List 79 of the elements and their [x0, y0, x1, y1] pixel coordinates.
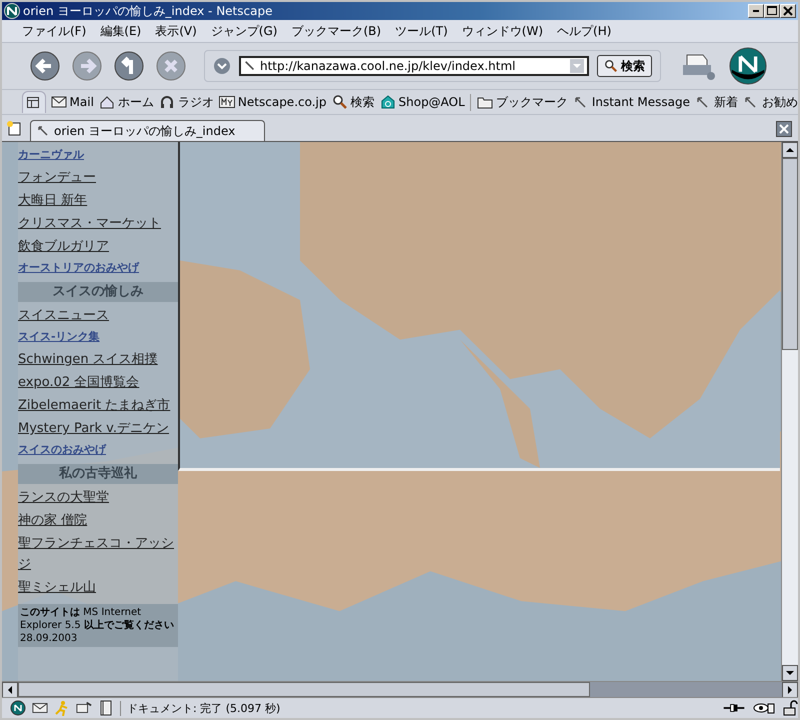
sidebar-link[interactable]: フォンデュー	[18, 167, 178, 188]
browser-notice: このサイトは MS Internet Explorer 5.5 以上でご覧ください	[20, 606, 175, 632]
category-link[interactable]: スイスのおみやげ	[18, 441, 178, 459]
folder-icon	[476, 95, 493, 109]
toolbar-bookmark[interactable]: Instant Message	[572, 95, 690, 109]
scroll-down-icon[interactable]	[782, 665, 798, 681]
scroll-up-icon[interactable]	[782, 142, 798, 158]
sidebar-link[interactable]: クリスマス・マーケット	[18, 213, 178, 234]
update-date: 28.09.2003	[20, 632, 78, 645]
stop-button[interactable]	[156, 51, 186, 81]
mail-icon[interactable]	[32, 700, 48, 716]
toolbar-bookmark[interactable]: 新着	[695, 94, 738, 110]
headphones-icon	[158, 95, 175, 109]
toolbar-bookmark[interactable]: お勧め	[743, 94, 798, 110]
sidebar-link[interactable]: Schwingen スイス相撲	[18, 349, 178, 370]
window-title: orien ヨーロッパの愉しみ_index - Netscape	[23, 2, 272, 20]
dropdown-icon[interactable]	[213, 57, 231, 75]
sidebar-link[interactable]: 大晦日 新年	[18, 190, 178, 211]
back-button[interactable]	[30, 51, 60, 81]
menu-item[interactable]: 表示(V)	[155, 22, 197, 40]
menu-item[interactable]: ウィンドウ(W)	[462, 22, 544, 40]
sidebar-toggle-button[interactable]	[22, 91, 46, 113]
toolbar-bookmark[interactable]: ラジオ	[158, 94, 214, 110]
close-icon	[783, 6, 793, 16]
browser-tab[interactable]: orien ヨーロッパの愉しみ_index	[30, 120, 265, 141]
envelope-icon	[50, 95, 67, 109]
search-icon	[332, 95, 348, 109]
category-link[interactable]: オーストリアのおみやげ	[18, 259, 178, 277]
url-field[interactable]: http://kanazawa.cool.ne.jp/klev/index.html	[239, 56, 589, 76]
minimize-icon	[753, 10, 759, 12]
toolbar-bookmark[interactable]: ホーム	[98, 94, 154, 110]
menu-item[interactable]: ツール(T)	[395, 22, 448, 40]
section-heading: 私の古寺巡礼	[18, 464, 178, 484]
maximize-icon	[767, 6, 777, 16]
sidebar-link[interactable]: expo.02 全国博覧会	[18, 372, 178, 393]
close-icon	[778, 123, 790, 135]
search-icon	[604, 59, 618, 73]
search-button[interactable]: 検索	[597, 55, 652, 77]
toolbar-bookmark[interactable]: Netscape.co.jp	[218, 95, 326, 109]
vertical-scrollbar[interactable]	[781, 142, 798, 681]
menu-item[interactable]: ジャンプ(G)	[210, 22, 278, 40]
netscape-logo-icon	[4, 3, 20, 19]
section-heading: スイスの愉しみ	[18, 282, 178, 302]
forward-button[interactable]	[72, 51, 102, 81]
sidebar-link[interactable]: 神の家 僧院	[18, 510, 178, 531]
category-link[interactable]: カーニヴァル	[18, 146, 178, 164]
sidebar-icon	[26, 96, 41, 108]
maximize-button[interactable]	[764, 4, 780, 18]
scroll-right-icon[interactable]	[782, 682, 798, 698]
sidebar-link[interactable]: 聖フランチェスコ・アッシジ	[18, 533, 178, 575]
menu-item[interactable]: ブックマーク(B)	[291, 22, 382, 40]
close-tab-button[interactable]	[776, 121, 792, 137]
toolbar-bookmark[interactable]: Mail	[50, 95, 94, 109]
scroll-left-icon[interactable]	[2, 682, 18, 698]
sidebar-link[interactable]: Mystery Park v.デニケン	[18, 418, 178, 439]
sidebar-link[interactable]: ランスの大聖堂	[18, 487, 178, 508]
sidebar-link[interactable]: 飲食ブルガリア	[18, 236, 178, 257]
menu-item[interactable]: ファイル(F)	[22, 22, 86, 40]
house-icon	[98, 95, 115, 109]
sidebar-link[interactable]: 聖ミシェル山	[18, 577, 178, 598]
address-book-icon[interactable]	[98, 700, 114, 716]
toolbar-bookmark[interactable]: Shop@AOL	[380, 95, 465, 109]
sidebar-link[interactable]: Zibelemaerit たまねぎ市	[18, 395, 178, 416]
horizontal-scrollbar[interactable]	[2, 681, 798, 697]
my-badge-icon	[218, 95, 235, 109]
toolbar-bookmark[interactable]: 検索	[332, 94, 374, 110]
sidebar-link[interactable]: スイスニュース	[18, 305, 178, 326]
menu-item[interactable]: 編集(E)	[100, 22, 142, 40]
category-link[interactable]: スイス-リンク集	[18, 328, 178, 346]
status-text: ドキュメント: 完了 (5.097 秒)	[120, 700, 280, 716]
netscape-logo-icon[interactable]	[10, 700, 26, 716]
close-button[interactable]	[780, 4, 796, 18]
new-tab-icon[interactable]	[6, 120, 22, 136]
shop-icon	[380, 95, 396, 109]
reload-button[interactable]	[114, 51, 144, 81]
minimize-button[interactable]	[748, 4, 764, 18]
netscape-logo-icon[interactable]	[729, 47, 767, 85]
menu-item[interactable]: ヘルプ(H)	[557, 22, 612, 40]
toolbar-bookmark[interactable]: ブックマーク	[470, 94, 568, 110]
